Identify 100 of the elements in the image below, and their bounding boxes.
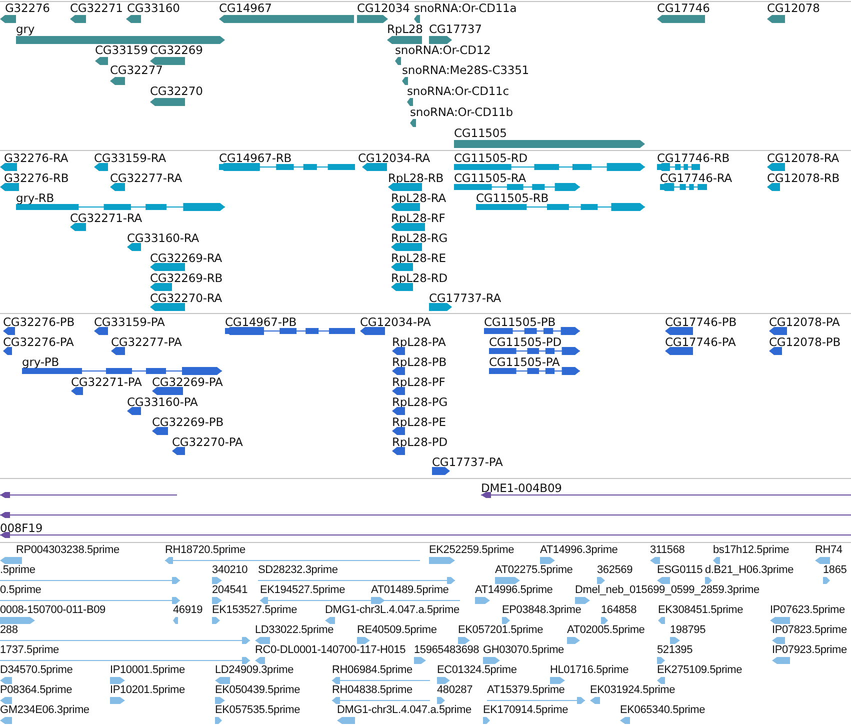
feature-label: CG32270-PA	[172, 435, 243, 449]
feature-label: G32276	[5, 2, 50, 15]
feature-label: CG11505	[454, 126, 507, 140]
feature-label: CG11505-PB	[484, 315, 556, 329]
feature-label: AT02005.5prime	[567, 623, 645, 637]
feature-label: Dmel_neb_015699_0599_2859.3prime	[575, 583, 760, 597]
feature-label: 204541	[212, 583, 248, 597]
feature-label: snoRNA:Me28S-C3351	[402, 63, 530, 78]
feature-label: EK275109.5prime	[657, 663, 742, 677]
feature-label: AT02275.5prime	[495, 563, 573, 577]
feature-label: CG32276-PA	[3, 335, 74, 349]
feature-label: RC0-DL0001-140700-117-H015	[255, 643, 406, 657]
feature-label: EP03848.3prime	[502, 603, 582, 617]
feature-label: EK252259.5prime	[429, 543, 514, 557]
feature-label: snoRNA:Or-CD11c	[407, 84, 509, 98]
feature-label: gry	[16, 22, 35, 36]
feature-label: RpL28-RG	[391, 231, 448, 245]
feature-label: CG14967-RB	[219, 151, 292, 165]
feature-label: 164858	[601, 603, 637, 617]
feature-label: CG32271-PA	[71, 375, 142, 389]
feature-label: 008F19	[0, 521, 43, 535]
feature-label: RpL28-PG	[392, 395, 448, 409]
feature-label: bs17h12.5prime	[713, 543, 790, 557]
feature-label: RpL28-PE	[392, 415, 446, 429]
feature-label: EK153527.5prime	[212, 603, 298, 617]
feature-label: CG14967-PB	[225, 315, 296, 329]
feature-label: CG12078-RB	[767, 171, 840, 185]
feature-label: CG11505-RD	[454, 151, 528, 165]
feature-label: 340210	[212, 563, 248, 577]
feature-label: RpL28-PF	[392, 375, 446, 389]
feature-label: d.B21_H06.3prime	[705, 563, 794, 577]
feature-label: AT01489.5prime	[371, 583, 449, 597]
feature-label: CG32269-RB	[150, 271, 223, 285]
feature-label: CG32271	[70, 2, 123, 15]
feature-label: .5prime	[0, 563, 36, 577]
feature-label: RpL28-RE	[391, 251, 446, 265]
feature-label: GM234E06.3prime	[0, 703, 90, 717]
feature-label: CG11505-PD	[489, 335, 562, 349]
feature-label: CG12078	[767, 2, 820, 15]
feature-label: D34570.5prime	[0, 663, 73, 677]
feature-label: 288	[0, 623, 18, 637]
feature-label: 521395	[657, 643, 693, 657]
feature-label: GH03070.5prime	[483, 643, 564, 657]
feature-label: CG32277-RA	[110, 171, 182, 185]
feature-label: CG32269-PA	[152, 375, 223, 389]
feature-label: CG32269-RA	[150, 251, 222, 265]
feature-label: RH18720.5prime	[165, 543, 246, 557]
feature-label: DMG1-chr3L.4.047.a.5prime	[325, 603, 460, 617]
feature-label: CG17746-PA	[665, 335, 736, 349]
feature-label: CG32277	[110, 63, 163, 78]
feature-label: CG33160-RA	[127, 231, 200, 245]
feature-label: IP07923.5prime	[772, 643, 847, 657]
feature-label: CG32277-PA	[111, 335, 182, 349]
feature-label: EK050439.5prime	[215, 683, 300, 697]
feature-label: EK308451.5prime	[658, 603, 744, 617]
feature-label: DMG1-chr3L.4.047.a.5prime	[337, 703, 472, 717]
feature-label: AT15379.5prime	[487, 683, 565, 697]
feature-label: CG33160	[127, 2, 180, 15]
feature-label: 0.5prime	[0, 583, 42, 597]
feature-label: 480287	[437, 683, 473, 697]
feature-label: CG33159-RA	[94, 151, 166, 165]
feature-label: CG11505-PA	[489, 355, 560, 369]
feature-label: CG17746-RB	[657, 151, 730, 165]
feature-label: G32276-RB	[4, 171, 69, 185]
feature-label: CG32269-PB	[152, 415, 224, 429]
feature-label: LD24909.3prime	[215, 663, 294, 677]
feature-label: ESG0115	[657, 563, 702, 577]
feature-label: AT14996.3prime	[540, 543, 618, 557]
feature-label: DME1-004B09	[481, 481, 562, 495]
feature-label: RpL28-PD	[392, 435, 448, 449]
feature-label: CG11505-RA	[454, 171, 526, 185]
feature-label: EC01324.5prime	[437, 663, 517, 677]
feature-label: CG12078-PA	[769, 315, 840, 329]
feature-label: RpL28-PA	[392, 335, 446, 349]
feature-label: P08364.5prime	[0, 683, 72, 697]
feature-label: gry-RB	[16, 191, 54, 205]
feature-label: EK057201.5prime	[458, 623, 544, 637]
feature-label: 1865	[823, 563, 847, 577]
feature-label: CG12034	[357, 2, 410, 15]
feature-label: RpL28-RD	[391, 271, 448, 285]
feature-label: RH04838.5prime	[332, 683, 412, 697]
feature-label: snoRNA:Or-CD11a	[414, 2, 517, 15]
feature-label: CG17746-RA	[660, 171, 732, 185]
feature-label: CG12078-PB	[769, 335, 840, 349]
feature-label: RpL28-RF	[391, 211, 446, 225]
feature-label: 46919	[173, 603, 203, 617]
feature-label: EK194527.5prime	[260, 583, 346, 597]
feature-label: 198795	[670, 623, 706, 637]
feature-label: CG32271-RA	[70, 211, 142, 225]
feature-label: EK031924.5prime	[590, 683, 676, 697]
feature-label: IP10201.5prime	[110, 683, 185, 697]
feature-label: CG17737	[429, 22, 482, 36]
feature-label: IP07623.5prime	[770, 603, 845, 617]
feature-label: snoRNA:Or-CD12	[395, 42, 491, 57]
feature-label: gry-PB	[22, 355, 60, 369]
feature-label: CG33160-PA	[127, 395, 198, 409]
feature-label: EK065340.5prime	[620, 703, 706, 717]
feature-label: CG12034-RA	[358, 151, 430, 165]
feature-label: CG14967	[219, 2, 272, 15]
feature-label: IP10001.5prime	[110, 663, 185, 677]
